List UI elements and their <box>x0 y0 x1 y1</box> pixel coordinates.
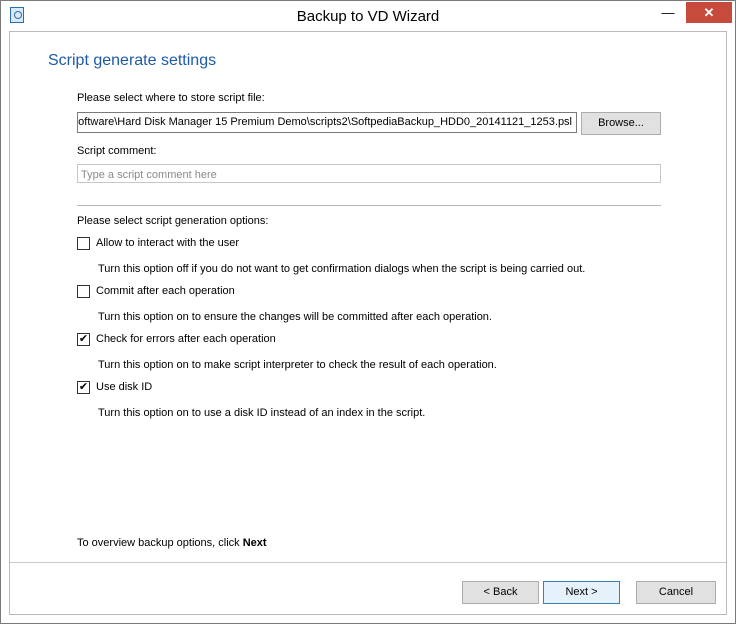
button-bar-divider <box>10 562 726 563</box>
footer-hint: To overview backup options, click Next <box>77 537 267 549</box>
check-errors-checkbox[interactable]: ✔ <box>77 333 90 346</box>
next-button[interactable]: Next > <box>543 581 620 604</box>
footer-hint-next: Next <box>242 537 267 549</box>
wizard-content: Script generate settings Please select w… <box>9 31 727 615</box>
browse-button[interactable]: Browse... <box>581 112 661 135</box>
commit-each-checkbox[interactable] <box>77 285 90 298</box>
use-disk-id-label: Use disk ID <box>96 381 153 393</box>
title-bar: Backup to VD Wizard — ✕ <box>1 1 735 31</box>
allow-interact-description: Turn this option off if you do not want … <box>98 263 586 275</box>
page-title: Script generate settings <box>48 52 217 69</box>
check-errors-description: Turn this option on to make script inter… <box>98 359 497 371</box>
minimize-button[interactable]: — <box>655 2 681 23</box>
cancel-button[interactable]: Cancel <box>636 581 716 604</box>
allow-interact-label: Allow to interact with the user <box>96 237 240 249</box>
close-button[interactable]: ✕ <box>686 2 732 23</box>
use-disk-id-checkbox[interactable]: ✔ <box>77 381 90 394</box>
use-disk-id-description: Turn this option on to use a disk ID ins… <box>98 407 426 419</box>
script-comment-label: Script comment: <box>77 145 157 157</box>
script-path-field[interactable]: Software\Hard Disk Manager 15 Premium De… <box>77 112 577 133</box>
commit-each-label: Commit after each operation <box>96 285 235 297</box>
divider <box>77 205 661 206</box>
script-path-value: Software\Hard Disk Manager 15 Premium De… <box>77 116 572 128</box>
script-comment-input[interactable] <box>78 166 660 184</box>
footer-hint-text: To overview backup options, click <box>77 537 243 549</box>
commit-each-description: Turn this option on to ensure the change… <box>98 311 492 323</box>
wizard-window: Backup to VD Wizard — ✕ Script generate … <box>0 0 736 624</box>
check-errors-label: Check for errors after each operation <box>96 333 276 345</box>
script-comment-field <box>77 164 661 184</box>
allow-interact-checkbox[interactable] <box>77 237 90 250</box>
back-button[interactable]: < Back <box>462 581 539 604</box>
store-location-label: Please select where to store script file… <box>77 92 265 104</box>
options-label: Please select script generation options: <box>77 215 269 227</box>
window-title: Backup to VD Wizard <box>296 8 440 25</box>
